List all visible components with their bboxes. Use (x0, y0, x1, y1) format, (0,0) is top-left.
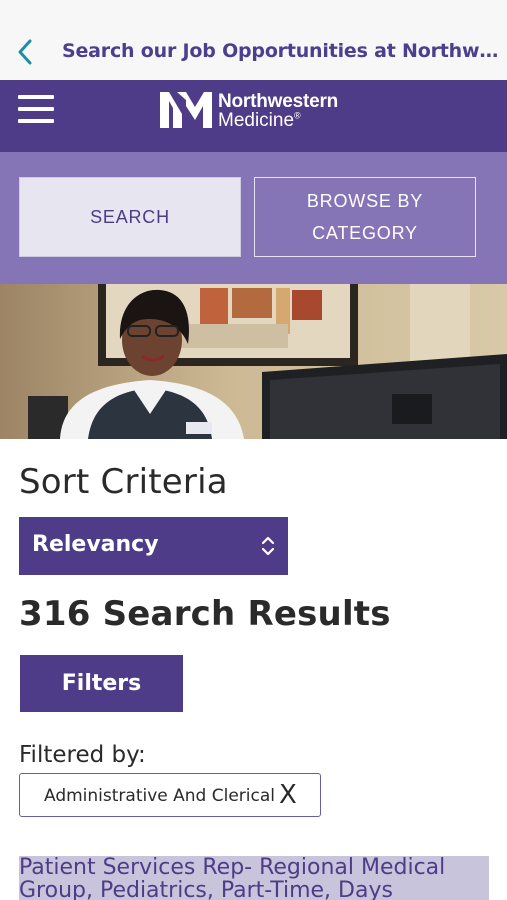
search-tabs: SEARCH BROWSE BY CATEGORY (0, 152, 507, 284)
receptionist-photo (0, 284, 507, 439)
filters-button-label: Filters (61, 671, 142, 696)
job-result-link[interactable]: Patient Services Rep- Regional Medical G… (19, 856, 489, 900)
hamburger-menu-icon[interactable] (18, 95, 54, 127)
remove-filter-button[interactable]: X (279, 780, 297, 810)
brand-header: Northwestern Medicine® (0, 80, 507, 152)
filter-chip: Administrative And Clerical X (19, 773, 321, 817)
up-down-chevron-icon (261, 536, 275, 556)
sort-selected-value: Relevancy (32, 532, 159, 557)
nm-logo-mark (160, 92, 212, 128)
tab-search-label: SEARCH (90, 207, 170, 227)
chevron-left-icon[interactable] (14, 38, 36, 66)
logo-text-medicine: Medicine® (218, 110, 301, 131)
sort-criteria-heading: Sort Criteria (19, 462, 228, 502)
northwestern-medicine-logo: Northwestern Medicine® (160, 90, 360, 140)
filters-button[interactable]: Filters (20, 655, 183, 712)
sort-select[interactable]: Relevancy (19, 517, 288, 575)
tab-browse-label: BROWSE BY CATEGORY (306, 191, 424, 243)
search-results-count: 316 Search Results (19, 594, 391, 634)
filtered-by-label: Filtered by: (19, 742, 146, 768)
filter-chip-label: Administrative And Clerical (44, 786, 275, 806)
nav-title: Search our Job Opportunities at Northwes… (62, 40, 502, 62)
tab-browse-by-category[interactable]: BROWSE BY CATEGORY (254, 177, 476, 257)
top-nav-bar: Search our Job Opportunities at Northwes… (0, 0, 507, 81)
tab-search[interactable]: SEARCH (19, 177, 241, 257)
hero-image (0, 284, 507, 439)
